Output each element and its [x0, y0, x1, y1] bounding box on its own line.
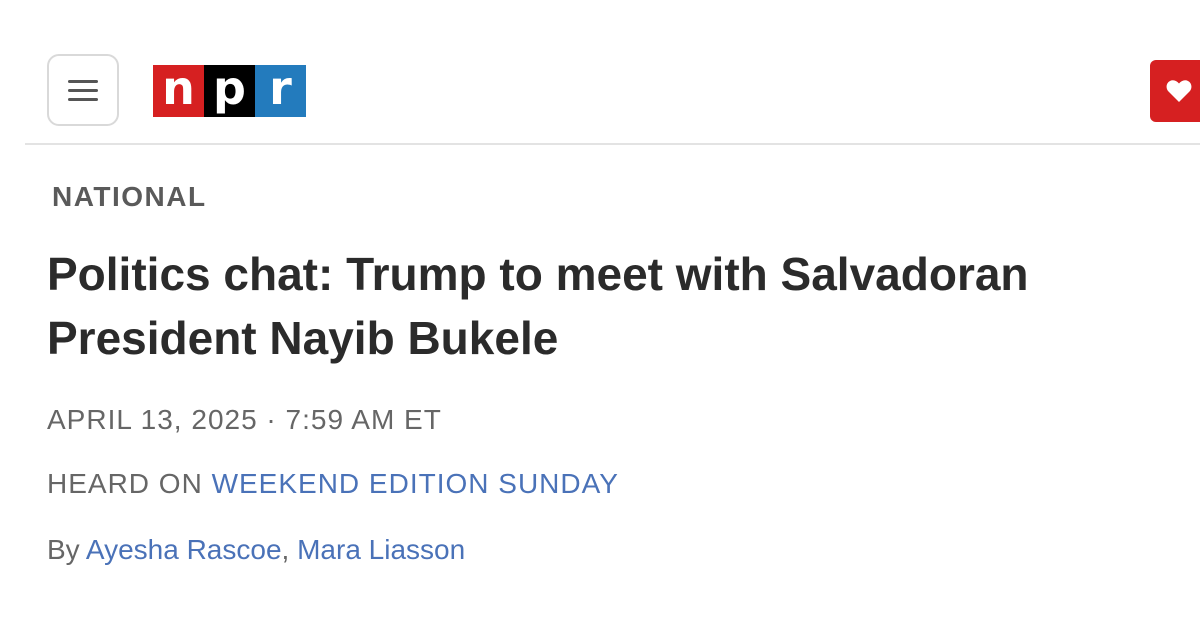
donate-button[interactable] — [1150, 60, 1200, 122]
program-link[interactable]: WEEKEND EDITION SUNDAY — [212, 468, 619, 499]
heard-on-line: HEARD ON WEEKEND EDITION SUNDAY — [47, 468, 619, 500]
heart-icon — [1166, 80, 1192, 102]
author-link[interactable]: Ayesha Rascoe — [86, 534, 282, 565]
heard-on-prefix: HEARD ON — [47, 468, 212, 499]
author-link[interactable]: Mara Liasson — [297, 534, 465, 565]
logo-letter-p: p — [204, 65, 255, 117]
section-label[interactable]: NATIONAL — [52, 181, 207, 213]
article-dateline: APRIL 13, 2025 · 7:59 AM ET — [47, 404, 442, 435]
byline-prefix: By — [47, 534, 86, 565]
hamburger-menu-icon-bar — [68, 88, 98, 92]
logo-letter-r: r — [255, 65, 306, 117]
hamburger-menu-icon — [68, 79, 98, 83]
author-separator: , — [281, 534, 298, 565]
menu-button[interactable] — [47, 54, 119, 126]
article-headline: Politics chat: Trump to meet with Salvad… — [47, 248, 1029, 364]
logo-letter-n: n — [153, 65, 204, 117]
npr-logo[interactable]: n p r — [153, 65, 306, 117]
header-divider — [25, 143, 1200, 145]
article-page: n p r NATIONAL Politics chat: Trump to m… — [0, 0, 1200, 630]
byline: By Ayesha Rascoe, Mara Liasson — [47, 534, 465, 566]
hamburger-menu-icon-bar — [68, 97, 98, 101]
